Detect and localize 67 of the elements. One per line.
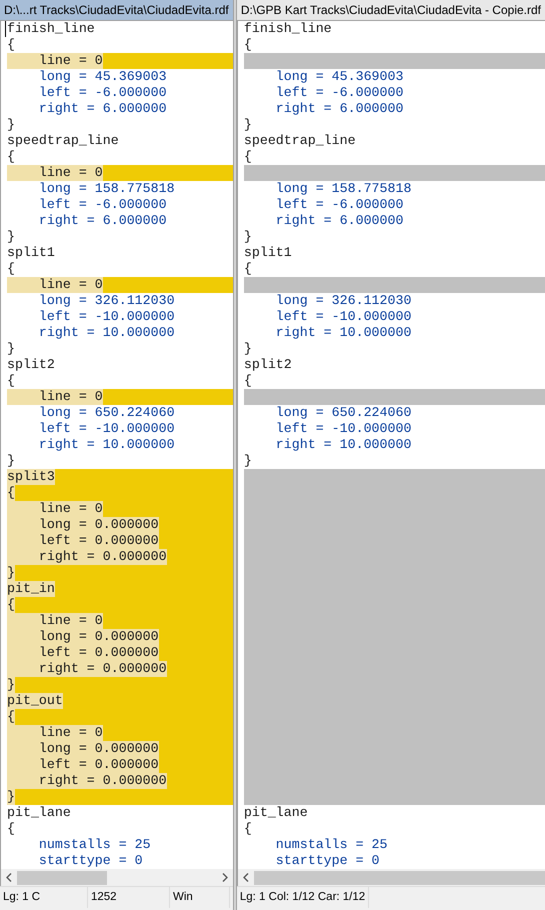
code-line: split1 [244, 245, 292, 261]
code-line: right = 6.000000 [38, 101, 167, 117]
code-line: { [244, 261, 252, 277]
code-line: left = -10.000000 [274, 309, 412, 325]
code-line: { [244, 37, 252, 53]
code-line: finish_line [244, 21, 332, 37]
code-line: { [7, 373, 15, 389]
code-line: pit_lane [7, 805, 71, 821]
code-line: } [7, 341, 15, 357]
status-text: 1252 [88, 887, 170, 908]
status-text: Lg: 1 C [0, 887, 88, 908]
code-line: left = -6.000000 [38, 197, 167, 213]
code-line: { [7, 149, 15, 165]
code-line: long = 45.369003 [274, 69, 404, 85]
code-line: left = -6.000000 [274, 197, 404, 213]
horizontal-scrollbar[interactable] [236, 869, 545, 886]
code-line: left = -6.000000 [38, 85, 167, 101]
file-path-header: D:\GPB Kart Tracks\CiudadEvita\CiudadEvita - Copie.rdf [236, 0, 545, 21]
code-line: long = 158.775818 [274, 181, 412, 197]
code-line: long = 158.775818 [38, 181, 175, 197]
code-line: long = 45.369003 [38, 69, 167, 85]
code-line: { [244, 373, 252, 389]
code-line: numstalls = 25 [274, 837, 388, 853]
code-line: right = 6.000000 [274, 101, 404, 117]
status-text: Win [170, 887, 230, 908]
code-line: } [244, 117, 252, 133]
scrollbar-thumb[interactable] [17, 870, 107, 884]
code-line: { [7, 37, 15, 53]
code-line: } [7, 453, 15, 469]
code-line: right = 10.000000 [274, 325, 412, 341]
scrollbar-thumb[interactable] [254, 870, 545, 884]
code-line: split1 [7, 245, 55, 261]
code-editor[interactable] [0, 21, 233, 869]
code-line: } [244, 453, 252, 469]
code-line: right = 10.000000 [38, 437, 175, 453]
code-line: } [244, 229, 252, 245]
code-line: } [7, 117, 15, 133]
code-line: right = 10.000000 [274, 437, 412, 453]
status-text: Lg: 1 Col: 1/12 Car: 1/12 [236, 887, 370, 908]
code-line: { [244, 821, 252, 837]
code-line: starttype = 0 [274, 853, 380, 869]
code-line: right = 10.000000 [38, 325, 175, 341]
file-path-header: D:\...rt Tracks\CiudadEvita\CiudadEvita.rdf [0, 0, 233, 21]
code-line: long = 326.112030 [38, 293, 175, 309]
code-line: { [244, 149, 252, 165]
code-line: left = -10.000000 [38, 421, 175, 437]
code-line: { [7, 261, 15, 277]
code-line: split2 [244, 357, 292, 373]
code-line: left = -10.000000 [38, 309, 175, 325]
code-line: } [7, 229, 15, 245]
code-line: pit_lane [244, 805, 308, 821]
text-cursor [5, 21, 6, 37]
code-line: right = 6.000000 [38, 213, 167, 229]
code-line: } [244, 341, 252, 357]
code-line: speedtrap_line [7, 133, 119, 149]
code-line: starttype = 0 [38, 853, 143, 869]
code-line: long = 326.112030 [274, 293, 412, 309]
code-line: long = 650.224060 [38, 405, 175, 421]
code-line: split2 [7, 357, 55, 373]
code-line: numstalls = 25 [38, 837, 151, 853]
code-line: long = 650.224060 [274, 405, 412, 421]
code-line: { [7, 821, 15, 837]
code-line: finish_line [7, 21, 95, 37]
code-line: speedtrap_line [244, 133, 356, 149]
code-line: left = -6.000000 [274, 85, 404, 101]
code-line: right = 6.000000 [274, 213, 404, 229]
code-line: left = -10.000000 [274, 421, 412, 437]
